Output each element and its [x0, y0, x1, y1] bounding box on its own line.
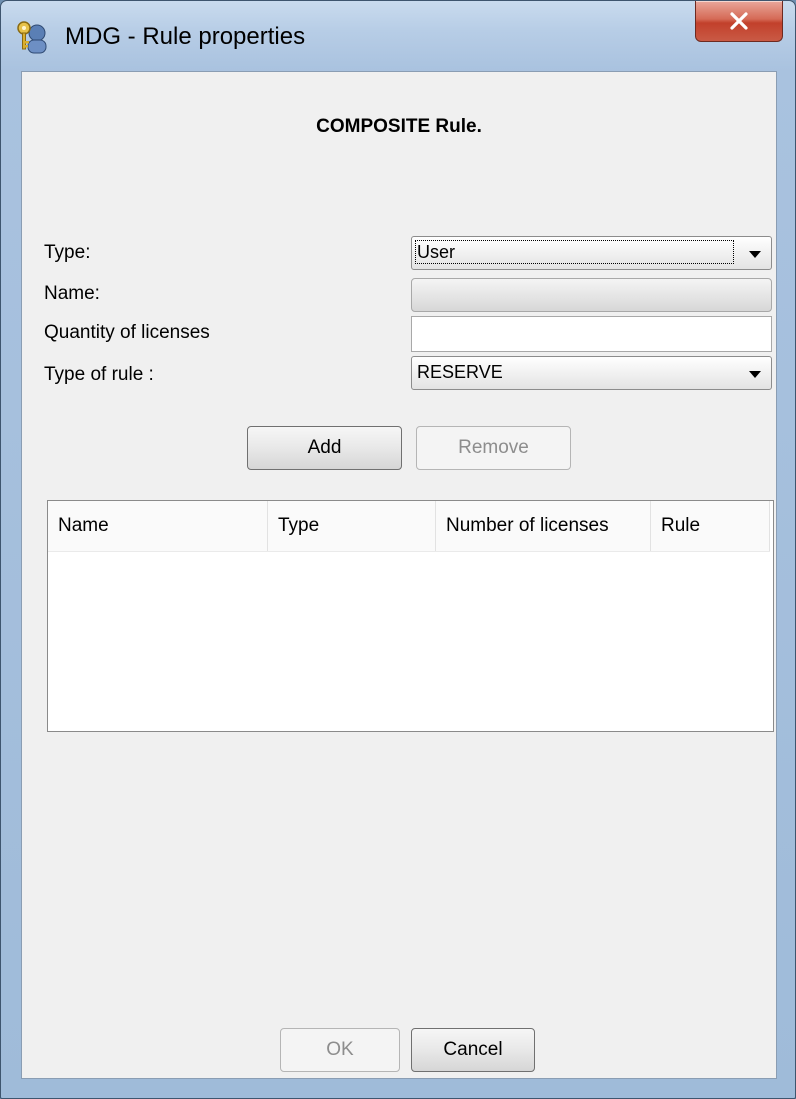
window-title: MDG - Rule properties — [65, 23, 306, 50]
column-header-rule[interactable]: Rule — [651, 501, 770, 551]
type-dropdown[interactable]: User — [411, 236, 772, 270]
column-header-name[interactable]: Name — [48, 501, 268, 551]
table-body[interactable] — [48, 552, 773, 731]
quantity-input[interactable] — [411, 316, 772, 352]
dialog-body: COMPOSITE Rule. Type: User Name: Quantit… — [21, 71, 777, 1079]
key-user-icon — [15, 19, 51, 55]
type-label: Type: — [44, 242, 91, 263]
name-label: Name: — [44, 283, 100, 304]
table-header: Name Type Number of licenses Rule — [48, 501, 770, 552]
title-bar[interactable]: MDG - Rule properties — [1, 1, 795, 71]
rule-type-label: Type of rule : — [44, 364, 154, 385]
rule-type-dropdown-value: RESERVE — [417, 362, 503, 382]
type-dropdown-value: User — [417, 242, 456, 262]
rules-table[interactable]: Name Type Number of licenses Rule — [47, 500, 774, 732]
column-header-type[interactable]: Type — [268, 501, 436, 551]
rule-properties-window: MDG - Rule properties COMPOSITE Rule. Ty… — [0, 0, 796, 1099]
cancel-button[interactable]: Cancel — [411, 1028, 535, 1072]
rule-type-dropdown[interactable]: RESERVE — [411, 356, 772, 390]
add-button[interactable]: Add — [247, 426, 402, 470]
remove-button[interactable]: Remove — [416, 426, 571, 470]
rule-heading: COMPOSITE Rule. — [316, 116, 482, 137]
focus-indicator — [415, 240, 734, 264]
chevron-down-icon — [749, 251, 761, 258]
column-header-number-of-licenses[interactable]: Number of licenses — [436, 501, 651, 551]
quantity-label: Quantity of licenses — [44, 322, 210, 343]
ok-button[interactable]: OK — [280, 1028, 400, 1072]
chevron-down-icon — [749, 371, 761, 378]
close-icon — [730, 12, 748, 30]
close-button[interactable] — [695, 1, 783, 42]
name-field[interactable] — [411, 278, 772, 312]
